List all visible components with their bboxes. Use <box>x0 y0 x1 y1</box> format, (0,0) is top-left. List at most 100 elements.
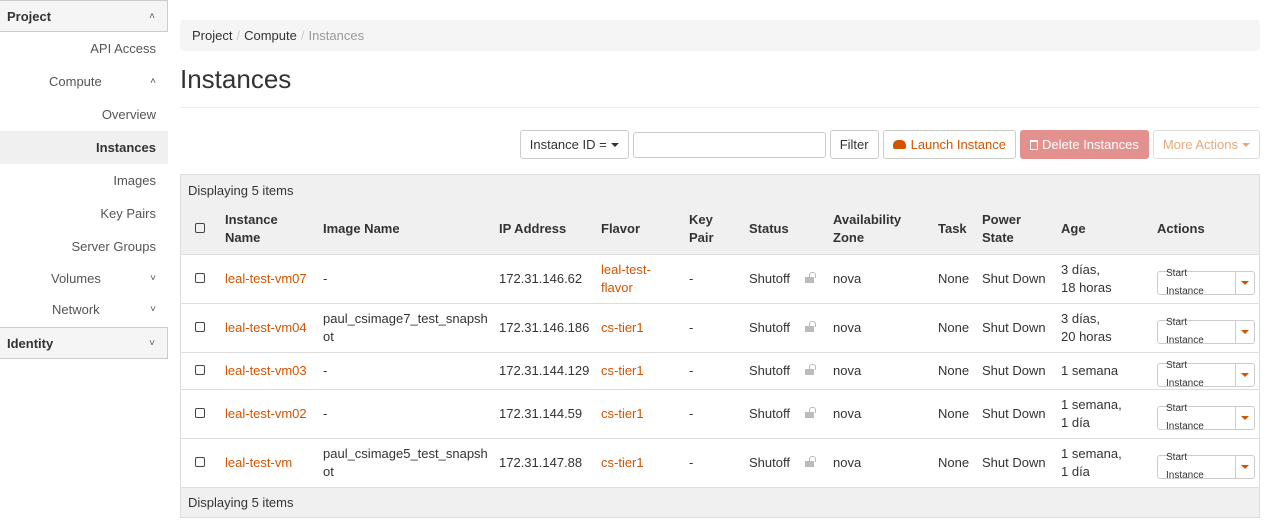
chevron-down-icon: ˅ <box>149 337 155 349</box>
flavor-cell: cs-tier1 <box>597 437 685 487</box>
col-image-name[interactable]: Image Name <box>319 205 495 254</box>
availability-zone-cell: nova <box>829 253 934 303</box>
lock-cell <box>801 253 829 303</box>
more-actions-button[interactable]: More Actions <box>1152 130 1260 159</box>
row-checkbox[interactable] <box>195 321 205 332</box>
row-checkbox[interactable] <box>195 272 205 283</box>
key-pair-cell: - <box>685 302 745 352</box>
toolbar: Instance ID = Filter Launch Instance Del… <box>519 130 1260 159</box>
col-ip-address[interactable]: IP Address <box>495 205 597 254</box>
start-instance-button[interactable]: Start Instance <box>1158 268 1237 297</box>
flavor-link[interactable]: cs-tier1 <box>601 363 644 378</box>
key-pair-cell: - <box>685 351 745 389</box>
col-status[interactable]: Status <box>745 205 801 254</box>
col-label: State <box>982 230 1014 246</box>
sidebar-identity-label: Identity <box>7 335 54 351</box>
sidebar-group-network[interactable]: Network ˅ <box>0 294 168 325</box>
status-cell: Shutoff <box>745 437 801 487</box>
delete-instances-button[interactable]: Delete Instances <box>1020 130 1149 159</box>
availability-zone-cell: nova <box>829 302 934 352</box>
table-caption: Displaying 5 items <box>181 175 1259 205</box>
row-checkbox[interactable] <box>195 364 205 375</box>
filter-field-label: Instance ID = <box>529 137 607 152</box>
sidebar-item-api-access[interactable]: API Access <box>0 32 168 65</box>
ip-address-cell: 172.31.144.129 <box>495 351 597 389</box>
chevron-up-icon: ˄ <box>150 76 156 87</box>
row-checkbox[interactable] <box>195 407 205 418</box>
sidebar-group-compute[interactable]: Compute ˄ <box>0 65 168 98</box>
col-task[interactable]: Task <box>934 205 978 254</box>
col-flavor[interactable]: Flavor <box>597 205 685 254</box>
start-instance-button[interactable]: Start Instance <box>1158 403 1237 432</box>
instance-name-link[interactable]: leal-test-vm02 <box>225 406 307 421</box>
filter-button[interactable]: Filter <box>829 130 879 159</box>
age-cell: 3 días, 18 horas <box>1057 253 1153 303</box>
col-availability-zone[interactable]: Availability Zone <box>829 205 934 254</box>
image-name-cell: - <box>319 388 495 438</box>
col-age[interactable]: Age <box>1057 205 1153 254</box>
sidebar-identity-header[interactable]: Identity ˅ <box>0 327 168 359</box>
sidebar-item-server-groups[interactable]: Server Groups <box>0 230 168 263</box>
instance-name-link[interactable]: leal-test-vm04 <box>225 320 307 335</box>
task-cell: None <box>934 388 978 438</box>
launch-instance-button[interactable]: Launch Instance <box>882 130 1016 159</box>
breadcrumb-compute[interactable]: Compute <box>244 28 297 43</box>
flavor-cell: cs-tier1 <box>597 388 685 438</box>
image-name-text: ot <box>323 328 334 344</box>
col-label: Power <box>982 212 1022 228</box>
start-instance-button[interactable]: Start Instance <box>1158 317 1237 346</box>
task-cell: None <box>934 302 978 352</box>
col-label: Name <box>225 230 261 246</box>
flavor-cell: leal-test-flavor <box>597 253 685 303</box>
power-state-cell: Shut Down <box>978 253 1057 303</box>
sidebar-project-header[interactable]: Project ˄ <box>0 0 168 32</box>
select-all-checkbox[interactable] <box>195 223 205 234</box>
row-select-cell <box>181 351 221 389</box>
start-instance-button[interactable]: Start Instance <box>1158 452 1237 481</box>
flavor-link[interactable]: cs-tier1 <box>601 455 644 470</box>
task-cell: None <box>934 351 978 389</box>
row-action-group: Start Instance <box>1157 452 1255 481</box>
unlock-icon <box>805 455 816 467</box>
breadcrumb-project[interactable]: Project <box>192 28 232 43</box>
row-actions-dropdown[interactable] <box>1236 321 1254 343</box>
actions-cell: Start Instance <box>1153 437 1259 487</box>
row-action-group: Start Instance <box>1157 317 1255 346</box>
filter-field-select[interactable]: Instance ID = <box>519 130 629 159</box>
filter-input[interactable] <box>632 132 826 158</box>
flavor-link[interactable]: leal-test- <box>601 262 651 277</box>
cloud-upload-icon <box>892 140 906 149</box>
image-name-text: paul_csimage7_test_snapsh <box>323 310 488 326</box>
sidebar-group-volumes[interactable]: Volumes ˅ <box>0 263 168 294</box>
sidebar-item-key-pairs[interactable]: Key Pairs <box>0 197 168 230</box>
col-power-state[interactable]: Power State <box>978 205 1057 254</box>
sidebar-item-overview[interactable]: Overview <box>0 98 168 131</box>
instance-name-link[interactable]: leal-test-vm03 <box>225 363 307 378</box>
sidebar-item-images[interactable]: Images <box>0 164 168 197</box>
instance-name-link[interactable]: leal-test-vm07 <box>225 271 307 286</box>
ip-address-cell: 172.31.144.59 <box>495 388 597 438</box>
start-instance-button[interactable]: Start Instance <box>1158 360 1237 389</box>
row-select-cell <box>181 302 221 352</box>
caret-down-icon <box>610 142 619 147</box>
row-actions-dropdown[interactable] <box>1236 272 1254 294</box>
sidebar-item-instances[interactable]: Instances <box>0 131 168 164</box>
status-cell: Shutoff <box>745 351 801 389</box>
flavor-link[interactable]: flavor <box>601 280 633 295</box>
flavor-link[interactable]: cs-tier1 <box>601 406 644 421</box>
actions-cell: Start Instance <box>1153 302 1259 352</box>
image-name-text: paul_csimage5_test_snapsh <box>323 445 488 461</box>
select-all-cell <box>181 205 221 254</box>
row-actions-dropdown[interactable] <box>1236 407 1254 429</box>
col-lock <box>801 205 829 254</box>
instance-name-link[interactable]: leal-test-vm <box>225 455 292 470</box>
row-actions-dropdown[interactable] <box>1236 456 1254 478</box>
breadcrumb-separator: / <box>300 28 305 43</box>
flavor-link[interactable]: cs-tier1 <box>601 320 644 335</box>
row-actions-dropdown[interactable] <box>1236 364 1254 386</box>
task-cell: None <box>934 437 978 487</box>
col-instance-name[interactable]: Instance Name <box>221 205 319 254</box>
col-key-pair[interactable]: Key Pair <box>685 205 745 254</box>
row-checkbox[interactable] <box>195 456 205 467</box>
age-text: 18 horas <box>1061 279 1112 295</box>
